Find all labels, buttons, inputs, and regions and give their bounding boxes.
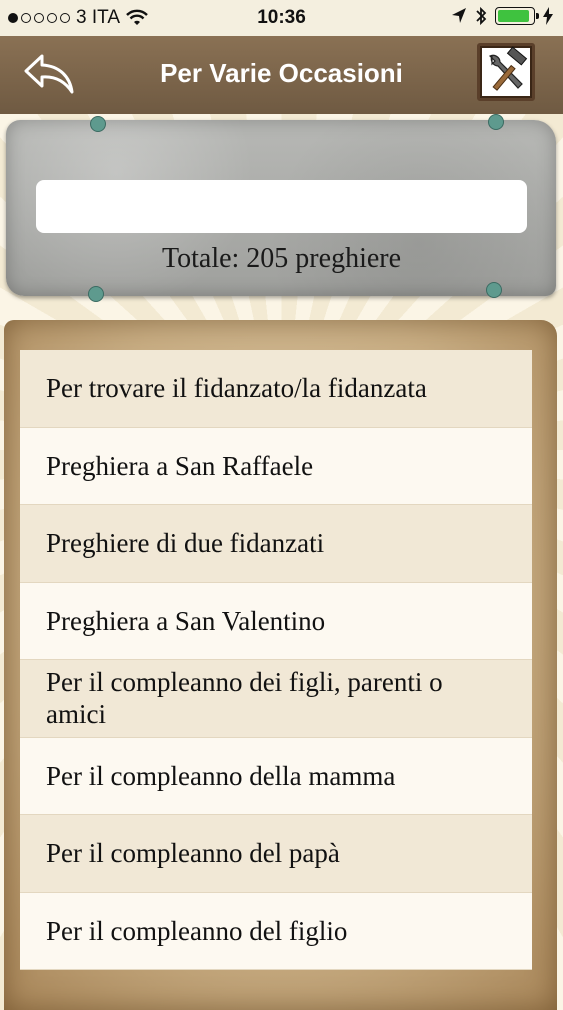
list-item-label: Preghiera a San Raffaele [46,450,314,481]
location-arrow-icon [452,8,466,23]
list-item[interactable]: Per il compleanno del papà [20,815,532,893]
status-right [451,6,553,26]
list-item[interactable]: Preghiera a San Valentino [20,582,532,660]
list-item-label: Per il compleanno della mamma [46,760,396,791]
list-item-label: Per il compleanno del figlio [46,915,348,946]
prayer-list: Per trovare il fidanzato/la fidanzata Pr… [20,350,532,970]
charging-bolt-icon [543,7,553,25]
list-item-label: Per trovare il fidanzato/la fidanzata [46,373,427,404]
list-item[interactable]: Per il compleanno della mamma [20,737,532,815]
pin-icon [88,286,104,302]
pin-icon [486,282,502,298]
navigation-bar: Per Varie Occasioni [0,36,563,114]
total-prayers-label: Totale: 205 preghiere [161,243,402,274]
battery-level [498,10,529,22]
list-item[interactable]: Per trovare il fidanzato/la fidanzata [20,350,532,428]
pin-icon [90,116,106,132]
bluetooth-icon [476,6,487,26]
list-item-label: Preghiere di due fidanzati [46,528,325,559]
list-item[interactable]: Preghiera a San Raffaele [20,427,532,505]
list-item[interactable]: Preghiere di due fidanzati [20,505,532,583]
search-input[interactable] [36,180,527,233]
list-item[interactable]: Per il compleanno dei figli, parenti o a… [20,660,532,738]
hammer-wrench-icon [488,46,528,91]
list-item-label: Per il compleanno del papà [46,838,340,869]
battery-icon [495,7,539,25]
list-item-label: Per il compleanno dei figli, parenti o a… [46,666,443,730]
status-bar: 3 ITA 10:36 [0,0,563,36]
list-item-label: Preghiera a San Valentino [46,605,326,636]
tools-button[interactable] [477,43,535,101]
list-item[interactable]: Per il compleanno del figlio [20,892,532,970]
pin-icon [488,114,504,130]
